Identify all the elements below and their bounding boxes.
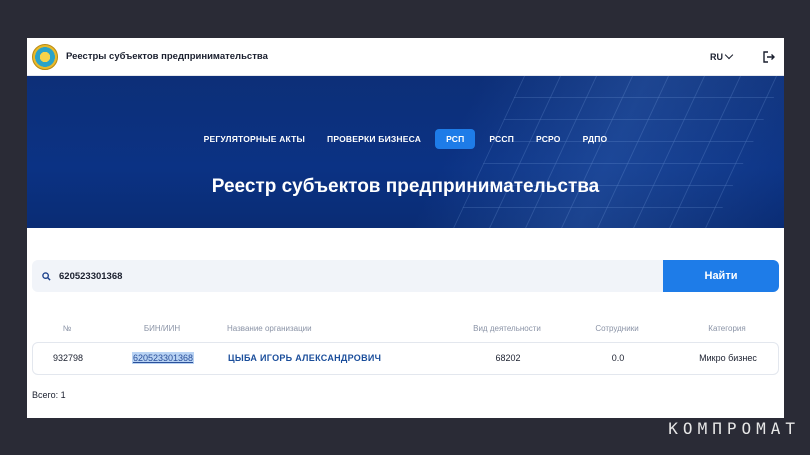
search-button[interactable]: Найти: [663, 260, 779, 292]
chevron-down-icon: [724, 50, 734, 60]
search-input[interactable]: [59, 270, 359, 282]
column-header-bin: БИН/ИИН: [143, 324, 181, 333]
language-label: RU: [710, 51, 723, 62]
nav-rssp[interactable]: РССП: [481, 129, 522, 149]
search-box: [32, 260, 663, 292]
nav-regulatory-acts[interactable]: РЕГУЛЯТОРНЫЕ АКТЫ: [196, 129, 313, 149]
row-bin[interactable]: 620523301368: [113, 352, 213, 364]
column-header-number: №: [62, 324, 72, 333]
browser-window: Реестры субъектов предпринимательства RU…: [27, 38, 784, 418]
column-header-org-name: Название организации: [227, 324, 312, 333]
total-count: Всего: 1: [32, 390, 66, 400]
row-employees: 0.0: [611, 353, 625, 363]
hero-banner: РЕГУЛЯТОРНЫЕ АКТЫ ПРОВЕРКИ БИЗНЕСА РСП Р…: [27, 76, 784, 228]
language-selector[interactable]: RU: [710, 50, 734, 62]
nav-rsro[interactable]: РСРО: [528, 129, 569, 149]
top-bar: Реестры субъектов предпринимательства RU: [27, 38, 784, 76]
nav-rdpo[interactable]: РДПО: [575, 129, 616, 149]
nav-business-inspections[interactable]: ПРОВЕРКИ БИЗНЕСА: [319, 129, 429, 149]
page-title: Реестр субъектов предпринимательства: [211, 176, 600, 197]
table-row[interactable]: 932798 620523301368 ЦЫБА ИГОРЬ АЛЕКСАНДР…: [32, 342, 779, 375]
column-header-category: Категория: [708, 324, 746, 333]
table-header: № БИН/ИИН Название организации Вид деяте…: [32, 324, 779, 338]
row-activity: 68202: [495, 353, 521, 363]
column-header-activity: Вид деятельности: [473, 324, 541, 333]
column-header-employees: Сотрудники: [595, 324, 639, 333]
hero-grid-decoration: [453, 76, 784, 228]
row-org-name-link[interactable]: ЦЫБА ИГОРЬ АЛЕКСАНДРОВИЧ: [228, 353, 428, 363]
row-number: 932798: [52, 353, 84, 363]
nav-rsp[interactable]: РСП: [435, 129, 476, 149]
app-title[interactable]: Реестры субъектов предпринимательства: [66, 51, 268, 62]
watermark: КОМПРОМАТ: [668, 419, 800, 438]
registry-nav: РЕГУЛЯТОРНЫЕ АКТЫ ПРОВЕРКИ БИЗНЕСА РСП Р…: [27, 129, 784, 149]
search-icon: [42, 271, 51, 281]
search-bar: Найти: [32, 260, 779, 292]
logout-icon[interactable]: [762, 50, 776, 64]
kazakhstan-emblem-icon[interactable]: [32, 43, 58, 70]
row-category: Микро бизнес: [699, 353, 757, 363]
row-bin-value[interactable]: 620523301368: [131, 352, 195, 364]
